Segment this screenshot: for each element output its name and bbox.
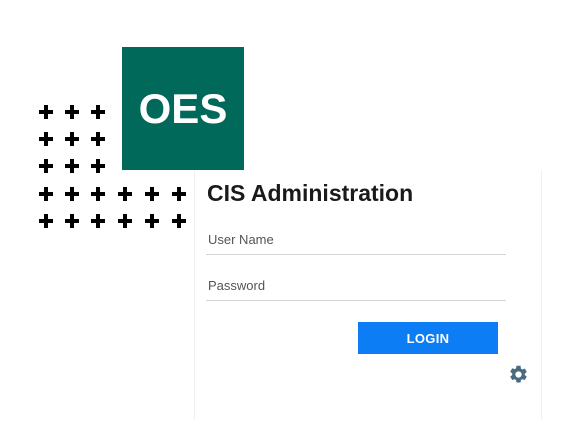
plus-icon (65, 132, 79, 146)
plus-icon (65, 105, 79, 119)
plus-icon (39, 159, 53, 173)
plus-icon (118, 214, 132, 228)
plus-icon (91, 214, 105, 228)
plus-icon (172, 214, 186, 228)
plus-icon (39, 105, 53, 119)
oes-logo: OES (122, 47, 244, 170)
plus-icon (65, 214, 79, 228)
plus-icon (145, 214, 159, 228)
plus-icon (91, 132, 105, 146)
plus-icon (65, 187, 79, 201)
plus-icon (65, 159, 79, 173)
plus-icon (91, 105, 105, 119)
plus-icon (39, 214, 53, 228)
plus-icon (39, 187, 53, 201)
plus-icon (118, 187, 132, 201)
page-title: CIS Administration (207, 180, 414, 206)
plus-icon (145, 187, 159, 201)
plus-icon (91, 187, 105, 201)
login-button[interactable]: LOGIN (358, 322, 498, 354)
password-field[interactable] (206, 271, 506, 301)
plus-icon (39, 132, 53, 146)
login-page: OES CIS Administration LOGIN (0, 0, 571, 425)
gear-icon[interactable] (508, 364, 529, 385)
logo-text: OES (138, 84, 228, 132)
username-field[interactable] (206, 225, 506, 255)
gear-icon-svg (510, 365, 527, 383)
plus-icon (172, 187, 186, 201)
plus-icon (91, 159, 105, 173)
